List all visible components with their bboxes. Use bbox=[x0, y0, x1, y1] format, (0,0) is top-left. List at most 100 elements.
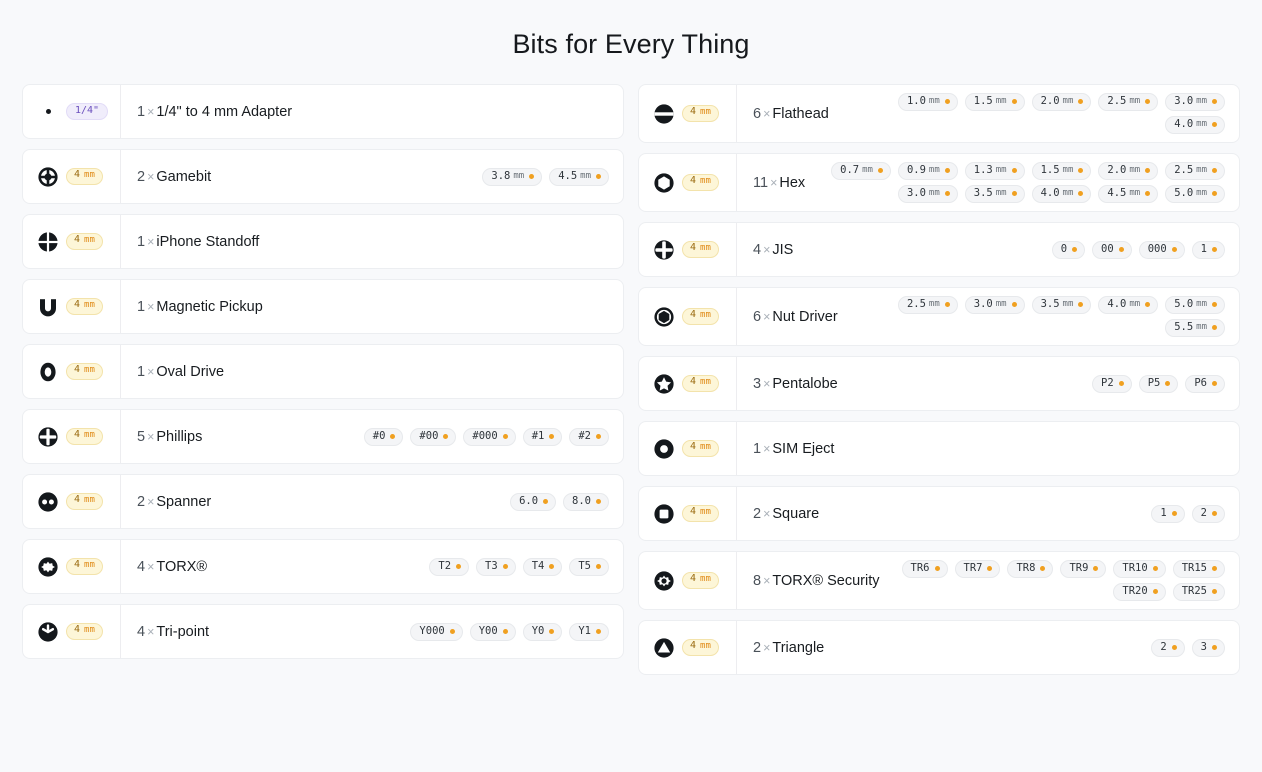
size-chip[interactable]: TR9 bbox=[1060, 560, 1107, 578]
size-chip-dot-icon bbox=[1011, 168, 1017, 173]
size-chip[interactable]: 3.5 mm bbox=[964, 185, 1025, 203]
size-chip[interactable]: 0.7 mm bbox=[831, 162, 891, 180]
size-chip[interactable]: 5.0 mm bbox=[1165, 185, 1225, 203]
bit-row[interactable]: 4 mm 4 × JIS 0 00 000 1 bbox=[638, 222, 1240, 277]
size-chip[interactable]: 2.5 mm bbox=[1098, 93, 1159, 111]
bit-row[interactable]: 4 mm 2 × Triangle 2 3 bbox=[638, 620, 1240, 675]
size-chip[interactable]: 0 bbox=[1051, 240, 1086, 259]
size-chip[interactable]: 5.0 mm bbox=[1165, 296, 1225, 314]
bit-row[interactable]: 4 mm 2 × Gamebit 3.8 mm 4.5 mm bbox=[22, 149, 624, 204]
drive-size-unit: mm bbox=[700, 107, 711, 117]
size-chip[interactable]: 3.5 mm bbox=[1031, 296, 1092, 314]
size-chip[interactable]: 4.0 mm bbox=[1098, 296, 1159, 314]
size-chip[interactable]: #000 bbox=[463, 427, 516, 446]
size-chip[interactable]: 6.0 bbox=[510, 492, 557, 511]
size-chip[interactable]: 2.5 mm bbox=[1165, 162, 1225, 180]
bit-label: 6 × Flathead bbox=[753, 106, 829, 122]
size-chip[interactable]: TR15 bbox=[1172, 560, 1225, 578]
size-chip[interactable]: 1.3 mm bbox=[964, 162, 1025, 180]
size-chip[interactable]: 1.0 mm bbox=[897, 93, 958, 111]
drive-size-value: 4 bbox=[74, 299, 81, 310]
size-chip[interactable]: #00 bbox=[410, 427, 457, 446]
size-chip[interactable]: 4.5 mm bbox=[549, 167, 609, 186]
bit-row[interactable]: 4 mm 2 × Spanner 6.0 8.0 bbox=[22, 474, 624, 529]
bit-row[interactable]: 4 mm 6 × Nut Driver 2.5 mm 3.0 mm 3.5 mm 4.0 mm 5.0 mm… bbox=[638, 287, 1240, 346]
size-chip[interactable]: 0.9 mm bbox=[897, 162, 958, 180]
size-chip[interactable]: 00 bbox=[1092, 240, 1132, 259]
size-chip[interactable]: 2.0 mm bbox=[1031, 93, 1092, 111]
size-chip[interactable]: T2 bbox=[429, 557, 470, 576]
size-chip[interactable]: TR25 bbox=[1172, 583, 1225, 601]
size-chip-dot-icon bbox=[596, 173, 601, 179]
size-chip[interactable]: TR10 bbox=[1113, 560, 1166, 578]
size-chip[interactable]: #2 bbox=[569, 427, 609, 446]
bit-row[interactable]: 4 mm 1 × Magnetic Pickup bbox=[22, 279, 624, 334]
bit-row-right: 11 × Hex 0.7 mm 0.9 mm 1.3 mm 1.5 mm 2.0 mm 2.5 mm 3.0 m… bbox=[737, 154, 1239, 211]
bit-row-left: 4 mm bbox=[23, 280, 121, 333]
size-chip[interactable]: 4.0 mm bbox=[1031, 185, 1092, 203]
bit-row[interactable]: 4 mm 4 × TORX® T2 T3 T4 T5 bbox=[22, 539, 624, 594]
size-chip[interactable]: 2 bbox=[1151, 638, 1185, 657]
bit-row[interactable]: 4 mm 1 × iPhone Standoff bbox=[22, 214, 624, 269]
size-chip-value: P2 bbox=[1101, 376, 1114, 389]
size-chip[interactable]: 4.0 mm bbox=[1165, 116, 1225, 134]
size-chip[interactable]: Y00 bbox=[469, 622, 516, 641]
size-chip[interactable]: 1 bbox=[1151, 504, 1185, 523]
size-chip[interactable]: #0 bbox=[363, 427, 404, 446]
size-chip[interactable]: 2.5 mm bbox=[897, 296, 958, 314]
size-chip[interactable]: Y000 bbox=[410, 622, 463, 641]
size-chip[interactable]: Y0 bbox=[522, 622, 563, 641]
size-chip[interactable]: 8.0 bbox=[563, 492, 609, 511]
bit-row[interactable]: 4 mm 1 × Oval Drive bbox=[22, 344, 624, 399]
drive-size-value: 4 bbox=[690, 242, 697, 253]
size-chip[interactable]: 3.8 mm bbox=[482, 167, 543, 186]
size-chip[interactable]: 3 bbox=[1191, 638, 1225, 657]
torx-icon bbox=[37, 556, 59, 578]
size-chip[interactable]: 2 bbox=[1191, 504, 1225, 523]
size-chip[interactable]: 4.5 mm bbox=[1098, 185, 1159, 203]
size-chip[interactable]: TR6 bbox=[901, 560, 948, 578]
size-chip[interactable]: TR8 bbox=[1007, 560, 1054, 578]
size-chip-value: TR6 bbox=[910, 562, 930, 575]
size-chip[interactable]: 3.0 mm bbox=[897, 185, 958, 203]
size-chip-unit: mm bbox=[928, 96, 940, 106]
size-chip[interactable]: 000 bbox=[1138, 240, 1185, 259]
size-chip-value: 2.5 bbox=[1107, 95, 1127, 108]
size-chip[interactable]: 5.5 mm bbox=[1165, 319, 1225, 337]
size-chip[interactable]: 1.5 mm bbox=[964, 93, 1025, 111]
size-chip[interactable]: TR20 bbox=[1113, 583, 1166, 601]
size-chip-unit: mm bbox=[1129, 96, 1141, 106]
bit-row-right: 3 × Pentalobe P2 P5 P6 bbox=[737, 357, 1239, 410]
size-chip[interactable]: T5 bbox=[569, 557, 609, 576]
bit-row[interactable]: 4 mm 3 × Pentalobe P2 P5 P6 bbox=[638, 356, 1240, 411]
bit-row[interactable]: 4 mm 8 × TORX® Security TR6 TR7 TR8 TR9 TR10 TR15 T… bbox=[638, 551, 1240, 610]
size-chip-dot-icon bbox=[1212, 302, 1217, 307]
drive-size-unit: mm bbox=[700, 377, 711, 387]
size-chip[interactable]: 2.0 mm bbox=[1098, 162, 1159, 180]
bit-row[interactable]: 4 mm 5 × Phillips #0 #00 #000 #1 #2 bbox=[22, 409, 624, 464]
size-chip[interactable]: T4 bbox=[522, 557, 563, 576]
size-chip-value: 3.0 bbox=[906, 187, 926, 200]
size-chip[interactable]: 1.5 mm bbox=[1031, 162, 1092, 180]
size-chip[interactable]: T3 bbox=[476, 557, 516, 576]
size-chip[interactable]: Y1 bbox=[569, 622, 609, 641]
bit-row[interactable]: 4 mm 4 × Tri-point Y000 Y00 Y0 Y1 bbox=[22, 604, 624, 659]
size-chip[interactable]: P6 bbox=[1185, 374, 1225, 393]
size-chip[interactable]: TR7 bbox=[954, 560, 1001, 578]
size-chip-dot-icon bbox=[502, 628, 508, 634]
bit-row-left: 4 mm bbox=[23, 540, 121, 593]
size-chip[interactable]: 3.0 mm bbox=[1165, 93, 1225, 111]
bit-row[interactable]: 1/4" 1 × 1/4" to 4 mm Adapter bbox=[22, 84, 624, 139]
size-chip-dot-icon bbox=[1212, 246, 1217, 252]
bit-row[interactable]: 4 mm 6 × Flathead 1.0 mm 1.5 mm 2.0 mm 2.5 mm 3.0 mm 4.… bbox=[638, 84, 1240, 143]
bit-name: Flathead bbox=[772, 105, 829, 122]
size-chip[interactable]: P2 bbox=[1092, 374, 1132, 393]
size-chip-dot-icon bbox=[1152, 589, 1158, 594]
size-chip[interactable]: P5 bbox=[1138, 374, 1179, 393]
bit-row[interactable]: 4 mm 1 × SIM Eject bbox=[638, 421, 1240, 476]
bit-row[interactable]: 4 mm 11 × Hex 0.7 mm 0.9 mm 1.3 mm 1.5 mm 2.0 mm 2.5 mm 3… bbox=[638, 153, 1240, 212]
size-chip[interactable]: 3.0 mm bbox=[964, 296, 1025, 314]
bit-row[interactable]: 4 mm 2 × Square 1 2 bbox=[638, 486, 1240, 541]
size-chip[interactable]: #1 bbox=[522, 427, 563, 446]
size-chip[interactable]: 1 bbox=[1191, 240, 1225, 259]
